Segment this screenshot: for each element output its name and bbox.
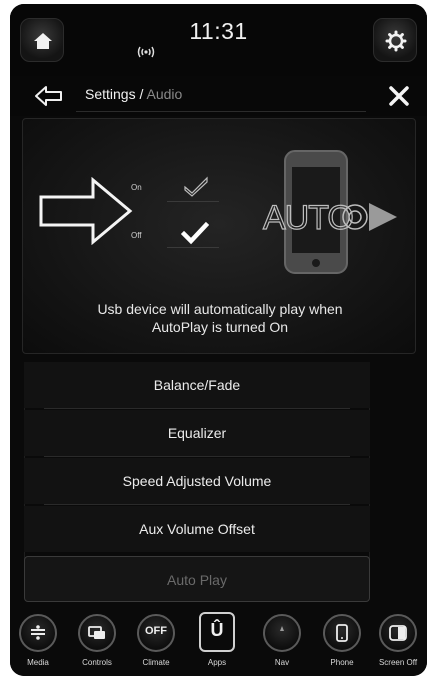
dock-climate[interactable]: OFF Climate [130,614,182,674]
bottom-dock: Media Controls OFF Climate Û Apps Nav Ph… [10,608,427,676]
dock-media[interactable]: Media [12,614,64,674]
auto-logo-text: AUTO [263,199,353,237]
gear-icon [385,30,407,52]
autoplay-info-panel: On Off AUTO Usb device will automaticall… [22,118,416,354]
phone-button[interactable] [323,614,361,652]
nav-icon [280,626,284,631]
dock-nav[interactable]: Nav [256,614,308,674]
dock-controls[interactable]: Controls [71,614,123,674]
uconnect-screen: 11:31 Settings / Audio On Off AUTO Usb d… [10,4,427,676]
menu-divider [44,456,350,457]
status-bar: 11:31 [10,4,427,76]
dock-label: Climate [142,658,170,667]
menu-divider [44,504,350,505]
option-on-label: On [131,183,142,192]
autoplay-description: Usb device will automatically play when … [23,300,417,336]
description-line-1: Usb device will automatically play when [97,301,343,317]
apps-button[interactable]: Û [199,612,235,652]
pointer-arrow-icon [39,177,133,245]
option-divider [167,247,219,248]
menu-item-balance-fade[interactable]: Balance/Fade [24,362,370,408]
dock-label: Controls [82,658,112,667]
breadcrumb-page: Audio [146,86,183,102]
checkmark-outline-icon[interactable] [183,175,209,197]
audio-settings-menu: Balance/Fade Equalizer Speed Adjusted Vo… [24,362,370,602]
menu-item-speed-adjusted-volume[interactable]: Speed Adjusted Volume [24,458,370,504]
screen-off-icon [389,625,407,641]
auto-play-phone-icon: AUTO [262,150,397,274]
clock: 11:31 [189,18,248,44]
back-arrow-icon[interactable] [34,84,64,108]
phone-icon [336,624,348,642]
menu-item-auto-play[interactable]: Auto Play [24,556,370,602]
media-button[interactable] [19,614,57,652]
media-icon [31,625,45,640]
dock-apps[interactable]: Û Apps [191,612,243,674]
breadcrumb-section[interactable]: Settings / [85,86,143,102]
dock-label: Apps [207,658,227,667]
breadcrumb-bar: Settings / Audio [10,76,427,116]
menu-divider [44,408,350,409]
checkmark-selected-icon[interactable] [181,221,209,245]
option-off-label: Off [131,231,142,240]
dock-label: Nav [274,658,290,667]
controls-button[interactable] [78,614,116,652]
settings-button[interactable] [373,18,417,62]
menu-item-aux-volume-offset[interactable]: Aux Volume Offset [24,506,370,552]
dock-label: Phone [330,658,354,667]
climate-off-icon: OFF [145,625,167,637]
apps-icon: Û [210,620,224,640]
description-line-2: AutoPlay is turned On [151,319,289,335]
climate-button[interactable]: OFF [137,614,175,652]
option-divider [167,201,219,202]
dock-label: Media [27,658,49,667]
controls-icon [88,626,105,639]
breadcrumb: Settings / Audio [85,86,182,102]
dock-label: Screen Off [378,658,418,667]
nav-button[interactable] [263,614,301,652]
close-icon[interactable] [385,82,413,110]
dock-phone[interactable]: Phone [316,614,368,674]
screen-off-button[interactable] [379,614,417,652]
wireless-signal-icon [137,46,155,58]
dock-screen-off[interactable]: Screen Off [372,614,424,674]
menu-item-equalizer[interactable]: Equalizer [24,410,370,456]
